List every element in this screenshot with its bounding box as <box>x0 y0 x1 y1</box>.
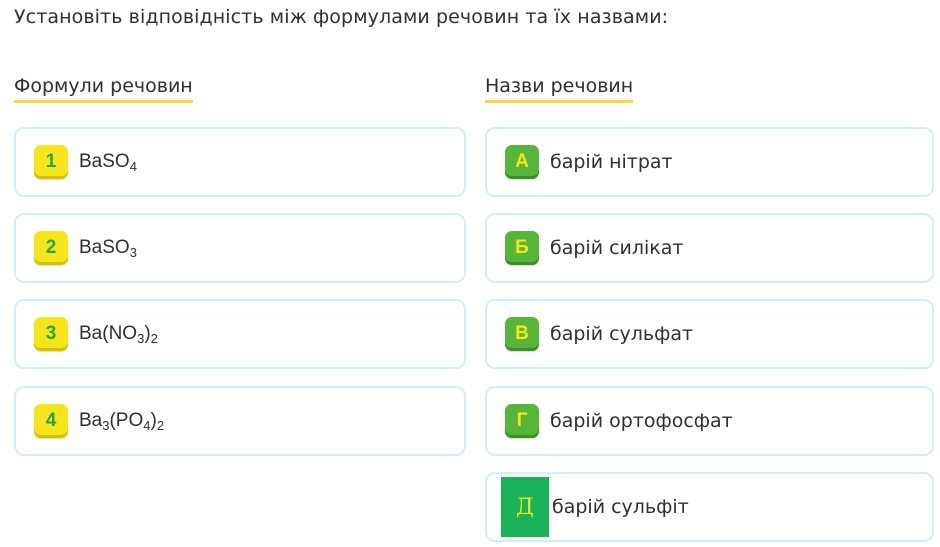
formula-card-4[interactable]: 4 Ba3(PO4)2 <box>14 386 466 456</box>
formula-segment: (PO <box>109 410 144 431</box>
letter-badge: А <box>505 145 539 179</box>
number-badge: 3 <box>34 317 68 351</box>
formula-subscript: 4 <box>129 159 137 174</box>
number-badge: 1 <box>34 145 68 179</box>
formula-text: BaSO3 <box>79 237 137 260</box>
formula-text: BaSO4 <box>79 151 137 174</box>
formula-segment: BaSO <box>79 151 130 172</box>
name-text: барій силікат <box>550 237 684 259</box>
formula-card-2[interactable]: 2 BaSO3 <box>14 213 466 283</box>
formulas-column-title: Формули речовин <box>14 75 193 103</box>
letter-badge: Б <box>505 231 539 265</box>
letter-badge: В <box>505 317 539 351</box>
letter-badge: Д <box>501 477 549 537</box>
formula-card-3[interactable]: 3 Ba(NO3)2 <box>14 299 466 369</box>
name-card-d[interactable]: Д барій сульфіт <box>485 472 934 542</box>
formula-segment: Ba <box>79 410 103 431</box>
letter-badge: Г <box>505 404 539 438</box>
formula-segment: ) <box>150 410 157 431</box>
name-card-a[interactable]: А барій нітрат <box>485 127 934 197</box>
name-text: барій сульфат <box>550 323 694 345</box>
name-text: барій сульфіт <box>552 496 689 518</box>
task-instruction: Установіть відповідність між формулами р… <box>14 6 669 28</box>
number-badge: 4 <box>34 404 68 438</box>
name-text: барій ортофосфат <box>550 410 733 432</box>
number-badge: 2 <box>34 231 68 265</box>
formula-subscript: 2 <box>150 331 158 346</box>
name-card-v[interactable]: В барій сульфат <box>485 299 934 369</box>
formula-subscript: 3 <box>137 331 145 346</box>
formula-text: Ba3(PO4)2 <box>79 410 165 433</box>
formula-subscript: 3 <box>102 418 110 433</box>
name-card-g[interactable]: Г барій ортофосфат <box>485 386 934 456</box>
formula-segment: Ba(NO <box>79 323 138 344</box>
formula-subscript: 4 <box>143 418 151 433</box>
formula-segment: ) <box>144 323 151 344</box>
formula-card-1[interactable]: 1 BaSO4 <box>14 127 466 197</box>
formula-text: Ba(NO3)2 <box>79 323 158 346</box>
name-text: барій нітрат <box>550 151 673 173</box>
names-column-title: Назви речовин <box>485 75 634 103</box>
formula-subscript: 3 <box>129 245 137 260</box>
formula-segment: BaSO <box>79 237 130 258</box>
name-card-b[interactable]: Б барій силікат <box>485 213 934 283</box>
formula-subscript: 2 <box>156 418 165 433</box>
